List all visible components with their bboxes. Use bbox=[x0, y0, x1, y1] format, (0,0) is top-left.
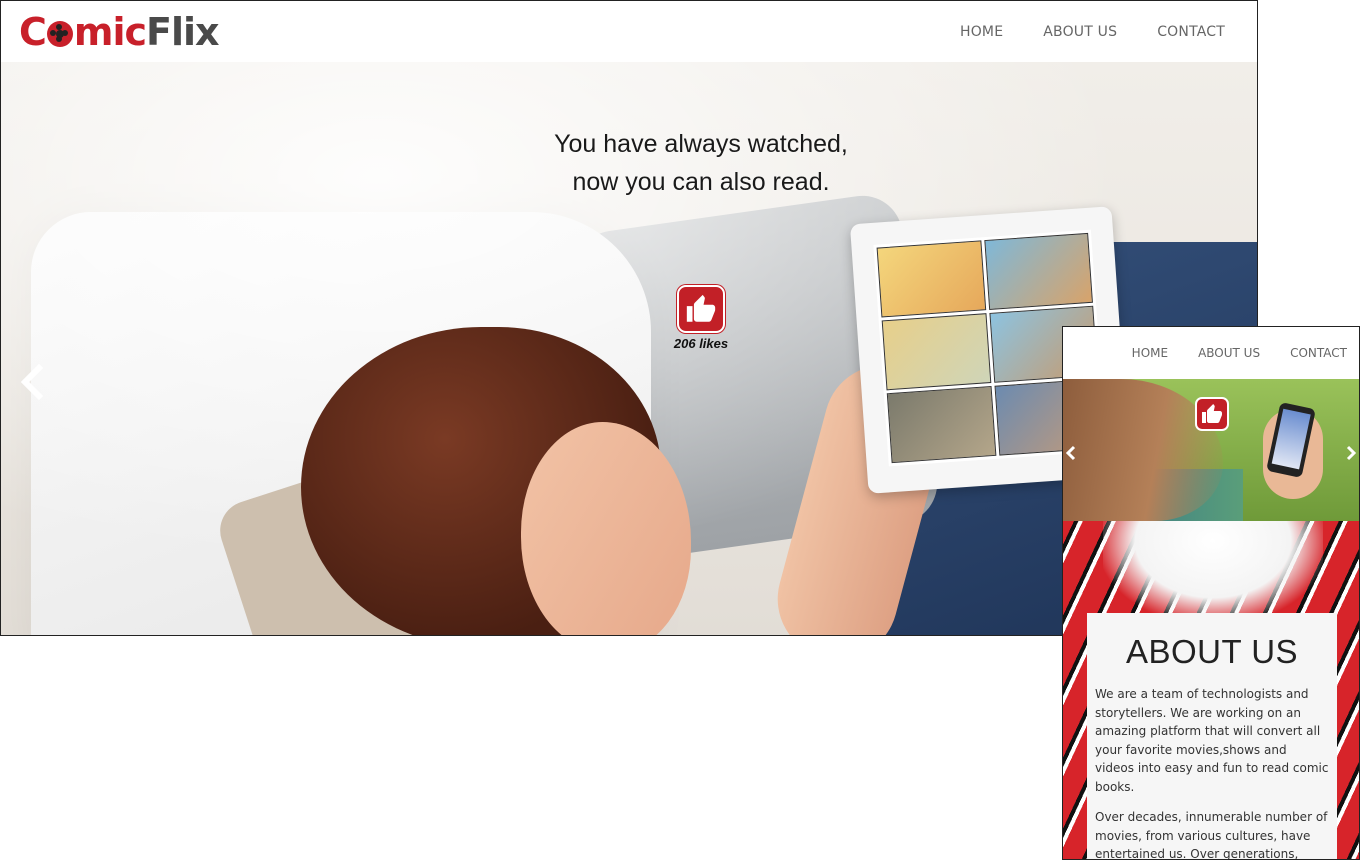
like-count: 206 likes bbox=[673, 336, 729, 351]
carousel-prev-button[interactable] bbox=[17, 363, 49, 401]
like-button[interactable] bbox=[677, 285, 725, 333]
about-card: ABOUT US We are a team of technologists … bbox=[1087, 613, 1337, 859]
about-paragraph-2: Over decades, innumerable number of movi… bbox=[1095, 810, 1328, 859]
logo[interactable]: CmicFlix bbox=[19, 7, 220, 57]
mobile-view: HOME ABOUT US CONTACT ABOUT US We are a … bbox=[1062, 326, 1360, 860]
mobile-carousel-next-button[interactable] bbox=[1345, 445, 1357, 466]
nav-contact[interactable]: CONTACT bbox=[1157, 24, 1225, 40]
chevron-right-icon bbox=[1346, 445, 1357, 461]
mobile-hero-carousel bbox=[1063, 379, 1359, 521]
hero-tagline: You have always watched, now you can als… bbox=[554, 130, 848, 196]
comic-burst-background bbox=[1103, 521, 1323, 621]
about-heading: ABOUT US bbox=[1125, 633, 1299, 670]
mobile-nav-home[interactable]: HOME bbox=[1132, 346, 1168, 360]
thumbs-up-icon bbox=[686, 294, 716, 322]
mobile-nav-about-us[interactable]: ABOUT US bbox=[1198, 346, 1260, 360]
logo-text-comic: Cmic bbox=[19, 10, 147, 54]
reel-icon bbox=[46, 21, 73, 47]
about-paragraph-1: We are a team of technologists and story… bbox=[1095, 687, 1329, 794]
thumbs-up-icon bbox=[1202, 404, 1222, 423]
nav-menu: HOME ABOUT US CONTACT bbox=[960, 1, 1225, 62]
logo-text-flix: Flix bbox=[146, 10, 220, 54]
chevron-left-icon bbox=[1065, 445, 1076, 461]
mobile-nav-contact[interactable]: CONTACT bbox=[1290, 346, 1347, 360]
mobile-carousel-prev-button[interactable] bbox=[1065, 445, 1077, 466]
about-section: ABOUT US We are a team of technologists … bbox=[1063, 521, 1359, 859]
mobile-nav-menu: HOME ABOUT US CONTACT bbox=[1132, 327, 1347, 379]
chevron-left-icon bbox=[20, 363, 44, 401]
mobile-navbar: HOME ABOUT US CONTACT bbox=[1063, 327, 1359, 379]
nav-home[interactable]: HOME bbox=[960, 24, 1003, 40]
nav-about-us[interactable]: ABOUT US bbox=[1043, 24, 1117, 40]
mobile-like-button[interactable] bbox=[1195, 397, 1229, 431]
navbar: CmicFlix HOME ABOUT US CONTACT bbox=[1, 1, 1257, 62]
